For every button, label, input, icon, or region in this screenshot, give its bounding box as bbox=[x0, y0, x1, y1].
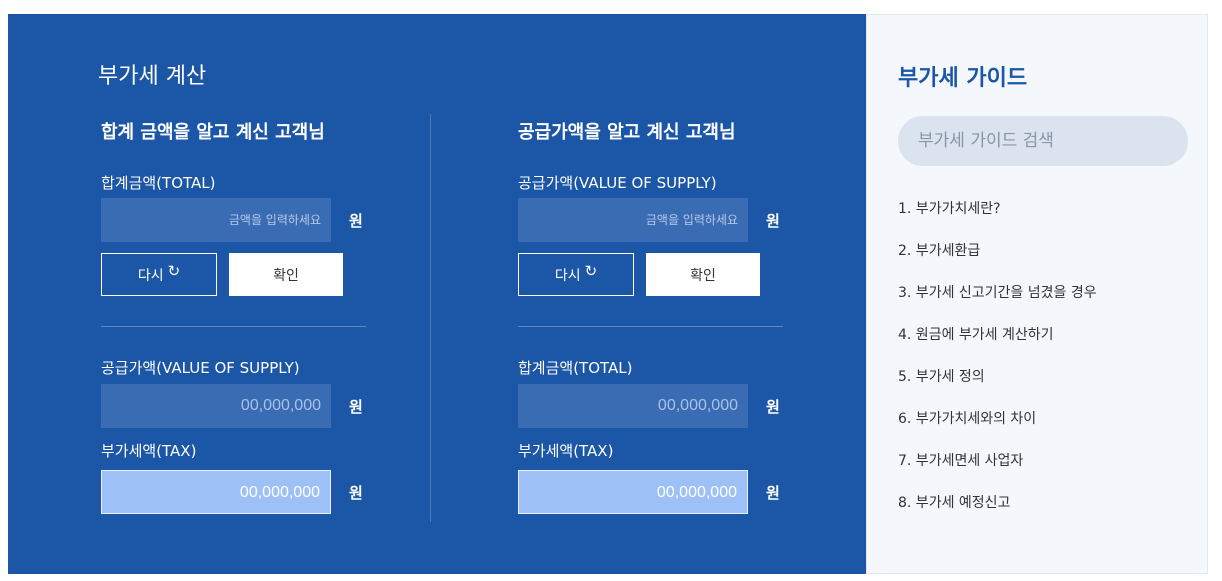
supply-output-field: 00,000,000 bbox=[101, 384, 331, 428]
guide-link[interactable]: 4. 원금에 부가세 계산하기 bbox=[898, 326, 1097, 368]
won-unit: 원 bbox=[349, 398, 363, 416]
guide-link[interactable]: 2. 부가세환급 bbox=[898, 242, 1097, 284]
supply-amount-input[interactable] bbox=[518, 198, 748, 242]
supply-input-label: 공급가액(VALUE OF SUPPLY) bbox=[518, 174, 717, 192]
tax-output-label: 부가세액(TAX) bbox=[101, 442, 197, 460]
tax-output-label: 부가세액(TAX) bbox=[518, 442, 614, 460]
total-known-heading: 합계 금액을 알고 계신 고객님 bbox=[101, 122, 325, 143]
guide-link[interactable]: 5. 부가세 정의 bbox=[898, 368, 1097, 410]
reset-label: 다시 bbox=[554, 267, 581, 284]
guide-link[interactable]: 3. 부가세 신고기간을 넘겼을 경우 bbox=[898, 284, 1097, 326]
refresh-icon: ↻ bbox=[167, 261, 181, 280]
guide-link[interactable]: 7. 부가세면세 사업자 bbox=[898, 452, 1097, 494]
reset-button[interactable]: 다시 ↻ bbox=[101, 253, 217, 296]
tax-output-field: 00,000,000 bbox=[518, 470, 748, 514]
reset-label: 다시 bbox=[137, 267, 164, 284]
total-output-field: 00,000,000 bbox=[518, 384, 748, 428]
guide-link[interactable]: 6. 부가가치세와의 차이 bbox=[898, 410, 1097, 452]
guide-link[interactable]: 1. 부가가치세란? bbox=[898, 200, 1097, 242]
supply-known-section: 공급가액을 알고 계신 고객님 공급가액(VALUE OF SUPPLY) 원 … bbox=[518, 14, 818, 574]
total-input-label: 합계금액(TOTAL) bbox=[101, 174, 216, 192]
won-unit: 원 bbox=[349, 212, 363, 230]
guide-search-input[interactable] bbox=[898, 116, 1188, 166]
guide-list: 1. 부가가치세란? 2. 부가세환급 3. 부가세 신고기간을 넘겼을 경우 … bbox=[898, 200, 1097, 536]
won-unit: 원 bbox=[766, 484, 780, 502]
supply-output-label: 공급가액(VALUE OF SUPPLY) bbox=[101, 359, 300, 377]
tax-output-field: 00,000,000 bbox=[101, 470, 331, 514]
won-unit: 원 bbox=[349, 484, 363, 502]
guide-link[interactable]: 8. 부가세 예정신고 bbox=[898, 494, 1097, 536]
won-unit: 원 bbox=[766, 398, 780, 416]
section-divider bbox=[101, 326, 366, 327]
total-output-label: 합계금액(TOTAL) bbox=[518, 359, 633, 377]
supply-known-heading: 공급가액을 알고 계신 고객님 bbox=[518, 122, 736, 143]
confirm-button[interactable]: 확인 bbox=[229, 253, 343, 296]
total-known-section: 합계 금액을 알고 계신 고객님 합계금액(TOTAL) 원 다시 ↻ 확인 공… bbox=[101, 14, 401, 574]
confirm-button[interactable]: 확인 bbox=[646, 253, 760, 296]
won-unit: 원 bbox=[766, 212, 780, 230]
vat-guide-panel: 부가세 가이드 1. 부가가치세란? 2. 부가세환급 3. 부가세 신고기간을… bbox=[866, 14, 1208, 574]
column-divider bbox=[430, 114, 431, 522]
refresh-icon: ↻ bbox=[584, 261, 598, 280]
vat-calculator-panel: 부가세 계산 합계 금액을 알고 계신 고객님 합계금액(TOTAL) 원 다시… bbox=[8, 14, 866, 574]
guide-title: 부가세 가이드 bbox=[898, 66, 1028, 91]
section-divider bbox=[518, 326, 783, 327]
total-amount-input[interactable] bbox=[101, 198, 331, 242]
reset-button[interactable]: 다시 ↻ bbox=[518, 253, 634, 296]
